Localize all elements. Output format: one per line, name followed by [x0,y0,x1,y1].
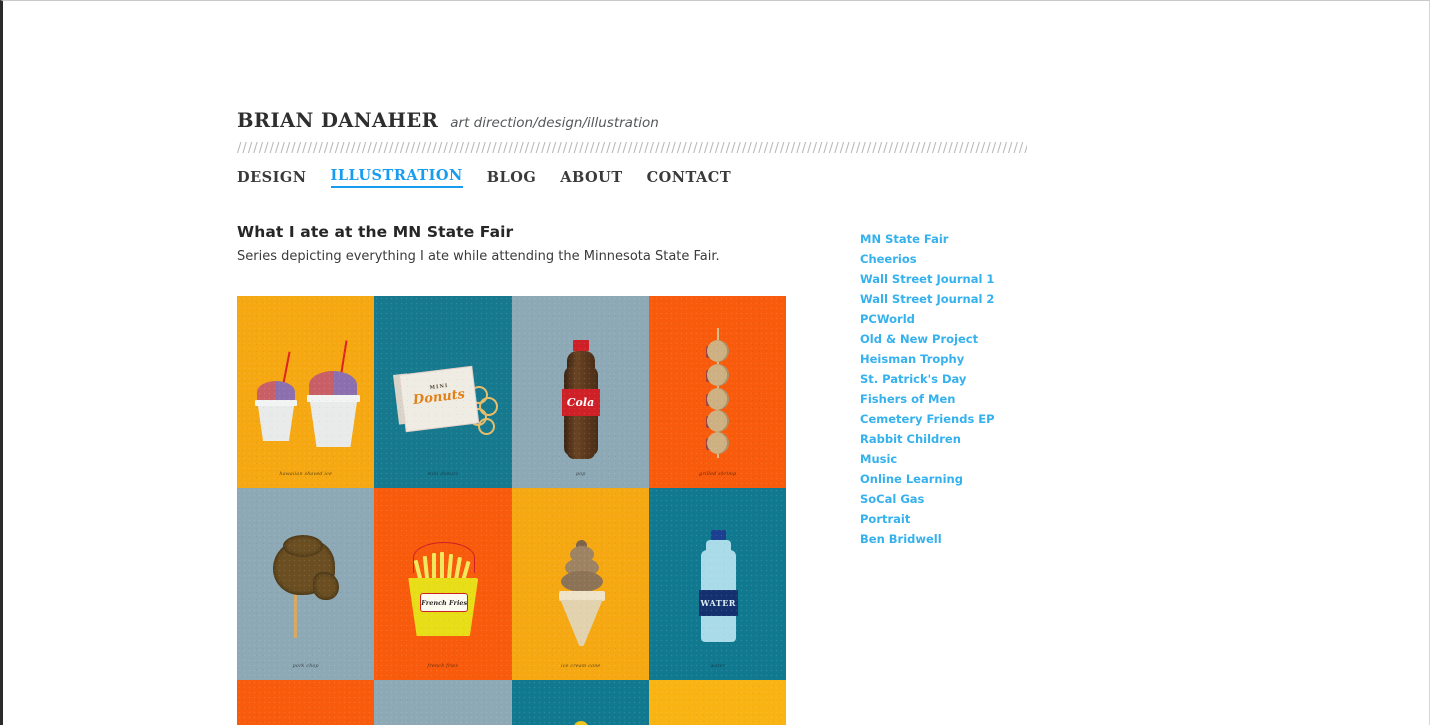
sidebar-item-rabbit-children[interactable]: Rabbit Children [860,429,1080,449]
illustration-gallery: hawaiian shaved ice MINI Donuts mini don… [237,296,786,725]
sidebar-item-mn-state-fair[interactable]: MN State Fair [860,229,1080,249]
texture-overlay [511,680,649,725]
nav-item-about[interactable]: ABOUT [560,169,622,188]
gallery-tile-partial-4[interactable] [648,680,786,725]
sidebar-item-pcworld[interactable]: PCWorld [860,309,1080,329]
sidebar-item-cheerios[interactable]: Cheerios [860,249,1080,269]
nav-item-illustration[interactable]: ILLUSTRATION [330,167,463,188]
hatched-divider: ////////////////////////////////////////… [237,142,1027,155]
sidebar-item-heisman-trophy[interactable]: Heisman Trophy [860,349,1080,369]
sidebar-item-portrait[interactable]: Portrait [860,509,1080,529]
fries-label: French Fries [421,598,468,607]
water-label: WATER [700,598,736,608]
gallery-tile-grilled-shrimp[interactable]: grilled shrimp [648,296,786,488]
sidebar-item-wall-street-journal-1[interactable]: Wall Street Journal 1 [860,269,1080,289]
french-fries-illustration: French Fries [374,488,511,680]
ice-cream-illustration [512,488,649,680]
cola-bottle-illustration: Cola [512,296,649,488]
sidebar-item-music[interactable]: Music [860,449,1080,469]
sidebar-item-wall-street-journal-2[interactable]: Wall Street Journal 2 [860,289,1080,309]
browser-viewport: BRIAN DANAHER art direction/design/illus… [0,0,1430,725]
corn-illustration [573,721,588,725]
water-bottle-illustration: WATER [649,488,786,680]
shaved-ice-illustration [237,296,374,488]
portfolio-page: BRIAN DANAHER art direction/design/illus… [3,1,1429,725]
brand-tagline: art direction/design/illustration [450,115,659,131]
brand-row: BRIAN DANAHER art direction/design/illus… [237,109,1027,135]
nav-item-contact[interactable]: CONTACT [647,169,732,188]
main-nav: DESIGN ILLUSTRATION BLOG ABOUT CONTACT [237,164,1027,188]
texture-overlay [237,680,375,725]
sidebar-item-st-patricks-day[interactable]: St. Patrick's Day [860,369,1080,389]
sidebar-item-fishers-of-men[interactable]: Fishers of Men [860,389,1080,409]
gallery-tile-partial-1[interactable] [237,680,375,725]
page-title: What I ate at the MN State Fair [237,223,514,241]
gallery-tile-partial-3[interactable] [511,680,649,725]
gallery-tile-french-fries[interactable]: French Fries french fries [374,488,512,680]
project-description: Series depicting everything I ate while … [237,249,720,264]
nav-item-design[interactable]: DESIGN [237,169,307,188]
gallery-tile-shaved-ice[interactable]: hawaiian shaved ice [237,296,375,488]
sidebar-item-socal-gas[interactable]: SoCal Gas [860,489,1080,509]
grilled-shrimp-illustration [649,296,786,488]
sidebar-item-ben-bridwell[interactable]: Ben Bridwell [860,529,1080,549]
gallery-tile-partial-2[interactable] [374,680,512,725]
project-list-sidebar: MN State Fair Cheerios Wall Street Journ… [860,229,1080,549]
pork-chop-illustration [237,488,374,680]
nav-item-blog[interactable]: BLOG [487,169,536,188]
texture-overlay [648,680,786,725]
gallery-tile-water[interactable]: WATER water [648,488,786,680]
gallery-tile-pork-chop[interactable]: pork chop [237,488,375,680]
gallery-tile-ice-cream-cone[interactable]: ice cream cone [511,488,649,680]
sidebar-item-old-and-new-project[interactable]: Old & New Project [860,329,1080,349]
gallery-tile-pop[interactable]: Cola pop [511,296,649,488]
mini-donuts-illustration: MINI Donuts [374,296,511,488]
sidebar-item-online-learning[interactable]: Online Learning [860,469,1080,489]
sidebar-item-cemetery-friends-ep[interactable]: Cemetery Friends EP [860,409,1080,429]
brand-name[interactable]: BRIAN DANAHER [237,109,438,132]
site-header: BRIAN DANAHER art direction/design/illus… [237,109,1027,188]
texture-overlay [374,680,512,725]
project-header: What I ate at the MN State Fair Series d… [237,223,837,264]
gallery-tile-mini-donuts[interactable]: MINI Donuts mini donuts [374,296,512,488]
cola-label: Cola [566,396,595,409]
